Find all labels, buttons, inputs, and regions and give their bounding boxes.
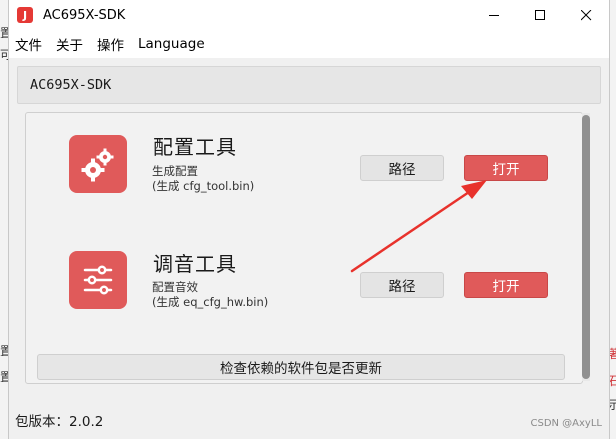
annotation-arrow (350, 180, 487, 273)
watermark: CSDN @AxyLL (530, 418, 602, 429)
